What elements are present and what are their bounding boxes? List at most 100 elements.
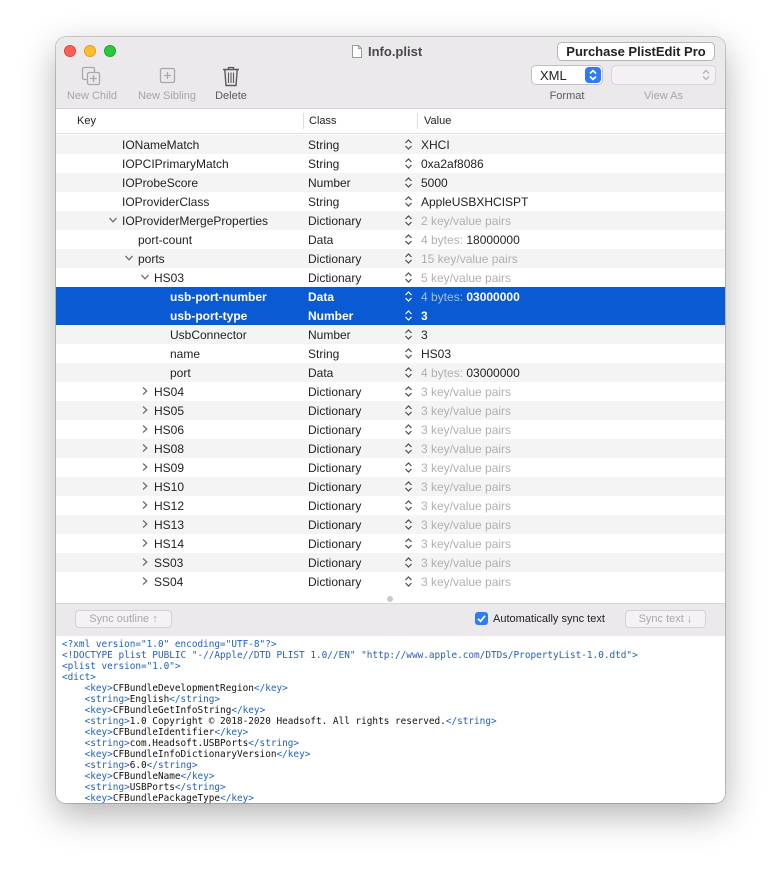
outline-row[interactable]: IOProviderClass String AppleUSBXHCISPT <box>56 192 725 211</box>
row-class[interactable]: Dictionary <box>308 461 361 475</box>
outline-row[interactable]: IONameMatch String XHCI <box>56 135 725 154</box>
row-key[interactable]: HS14 <box>154 537 184 551</box>
outline-row[interactable]: ports Dictionary 15 key/value pairs <box>56 249 725 268</box>
row-key[interactable]: HS09 <box>154 461 184 475</box>
row-class[interactable]: Dictionary <box>308 575 361 589</box>
row-class[interactable]: Number <box>308 176 351 190</box>
view-as-select[interactable] <box>611 65 716 85</box>
row-class[interactable]: Dictionary <box>308 518 361 532</box>
row-value[interactable]: 3 key/value pairs <box>421 556 511 570</box>
row-value[interactable]: 3 key/value pairs <box>421 518 511 532</box>
row-value[interactable]: 5000 <box>421 176 448 190</box>
format-select[interactable]: XML <box>531 65 603 85</box>
row-key[interactable]: ports <box>138 252 165 266</box>
row-key[interactable]: IOProbeScore <box>122 176 198 190</box>
row-key[interactable]: HS10 <box>154 480 184 494</box>
disclosure-closed-icon[interactable] <box>140 519 150 529</box>
row-value[interactable]: 3 key/value pairs <box>421 442 511 456</box>
disclosure-closed-icon[interactable] <box>140 481 150 491</box>
outline-row[interactable]: usb-port-number Data 4 bytes: 03000000 <box>56 287 725 306</box>
row-value[interactable]: 2 key/value pairs <box>421 214 511 228</box>
row-value[interactable]: 3 key/value pairs <box>421 480 511 494</box>
row-value[interactable]: 5 key/value pairs <box>421 271 511 285</box>
outline-row[interactable]: HS09 Dictionary 3 key/value pairs <box>56 458 725 477</box>
delete-button[interactable]: Delete <box>211 65 251 102</box>
disclosure-open-icon[interactable] <box>140 272 150 282</box>
disclosure-closed-icon[interactable] <box>140 462 150 472</box>
row-class[interactable]: Dictionary <box>308 385 361 399</box>
row-class[interactable]: Data <box>308 366 333 380</box>
class-stepper-icon[interactable] <box>404 385 413 398</box>
row-value[interactable]: 3 key/value pairs <box>421 404 511 418</box>
sync-outline-button[interactable]: Sync outline ↑ <box>75 610 172 628</box>
purchase-button[interactable]: Purchase PlistEdit Pro <box>557 42 715 61</box>
disclosure-closed-icon[interactable] <box>140 443 150 453</box>
row-class[interactable]: String <box>308 347 339 361</box>
class-stepper-icon[interactable] <box>404 309 413 322</box>
row-key[interactable]: HS03 <box>154 271 184 285</box>
auto-sync-checkbox-group[interactable]: Automatically sync text <box>475 612 605 625</box>
column-header-value[interactable]: Value <box>424 115 451 127</box>
outline-row[interactable]: port Data 4 bytes: 03000000 <box>56 363 725 382</box>
new-child-button[interactable]: New Child <box>64 65 120 102</box>
disclosure-open-icon[interactable] <box>124 253 134 263</box>
row-class[interactable]: Number <box>308 328 351 342</box>
class-stepper-icon[interactable] <box>404 575 413 588</box>
outline-row[interactable]: IOPCIPrimaryMatch String 0xa2af8086 <box>56 154 725 173</box>
row-key[interactable]: IOPCIPrimaryMatch <box>122 157 229 171</box>
row-class[interactable]: Dictionary <box>308 556 361 570</box>
row-value[interactable]: 3 key/value pairs <box>421 537 511 551</box>
row-class[interactable]: Data <box>308 290 334 304</box>
outline-row[interactable]: HS10 Dictionary 3 key/value pairs <box>56 477 725 496</box>
row-value[interactable]: XHCI <box>421 138 450 152</box>
disclosure-closed-icon[interactable] <box>140 538 150 548</box>
row-class[interactable]: Dictionary <box>308 499 361 513</box>
outline-row[interactable]: HS06 Dictionary 3 key/value pairs <box>56 420 725 439</box>
row-class[interactable]: Dictionary <box>308 214 361 228</box>
disclosure-closed-icon[interactable] <box>140 500 150 510</box>
row-class[interactable]: String <box>308 157 339 171</box>
disclosure-closed-icon[interactable] <box>140 557 150 567</box>
outline-row[interactable]: SS03 Dictionary 3 key/value pairs <box>56 553 725 572</box>
close-window-button[interactable] <box>64 45 76 57</box>
row-class[interactable]: Dictionary <box>308 480 361 494</box>
row-key[interactable]: HS04 <box>154 385 184 399</box>
class-stepper-icon[interactable] <box>404 556 413 569</box>
row-key[interactable]: SS04 <box>154 575 183 589</box>
class-stepper-icon[interactable] <box>404 290 413 303</box>
row-class[interactable]: String <box>308 138 339 152</box>
minimize-window-button[interactable] <box>84 45 96 57</box>
column-header-key[interactable]: Key <box>77 115 96 127</box>
class-stepper-icon[interactable] <box>404 157 413 170</box>
outline-row[interactable]: HS14 Dictionary 3 key/value pairs <box>56 534 725 553</box>
row-key[interactable]: usb-port-number <box>170 290 267 304</box>
outline-row[interactable]: IOProviderMergeProperties Dictionary 2 key… <box>56 211 725 230</box>
row-value[interactable]: 3 <box>421 309 428 323</box>
outline-row[interactable]: HS12 Dictionary 3 key/value pairs <box>56 496 725 515</box>
class-stepper-icon[interactable] <box>404 271 413 284</box>
row-value[interactable]: 4 bytes: 03000000 <box>421 290 520 304</box>
class-stepper-icon[interactable] <box>404 461 413 474</box>
row-value[interactable]: 3 key/value pairs <box>421 499 511 513</box>
class-stepper-icon[interactable] <box>404 233 413 246</box>
outline-row[interactable]: name String HS03 <box>56 344 725 363</box>
row-value[interactable]: 3 key/value pairs <box>421 385 511 399</box>
sync-text-button[interactable]: Sync text ↓ <box>625 610 706 628</box>
row-key[interactable]: IOProviderClass <box>122 195 209 209</box>
class-stepper-icon[interactable] <box>404 347 413 360</box>
split-view-handle[interactable] <box>387 596 393 602</box>
class-stepper-icon[interactable] <box>404 328 413 341</box>
row-key[interactable]: name <box>170 347 200 361</box>
row-key[interactable]: HS08 <box>154 442 184 456</box>
row-class[interactable]: String <box>308 195 339 209</box>
row-value[interactable]: HS03 <box>421 347 451 361</box>
row-class[interactable]: Number <box>308 309 353 323</box>
outline-row[interactable]: SS04 Dictionary 3 key/value pairs <box>56 572 725 591</box>
disclosure-closed-icon[interactable] <box>140 386 150 396</box>
row-key[interactable]: HS13 <box>154 518 184 532</box>
class-stepper-icon[interactable] <box>404 499 413 512</box>
outline-row[interactable]: HS13 Dictionary 3 key/value pairs <box>56 515 725 534</box>
outline-row[interactable]: usb-port-type Number 3 <box>56 306 725 325</box>
row-value[interactable]: 4 bytes: 03000000 <box>421 366 520 380</box>
class-stepper-icon[interactable] <box>404 176 413 189</box>
